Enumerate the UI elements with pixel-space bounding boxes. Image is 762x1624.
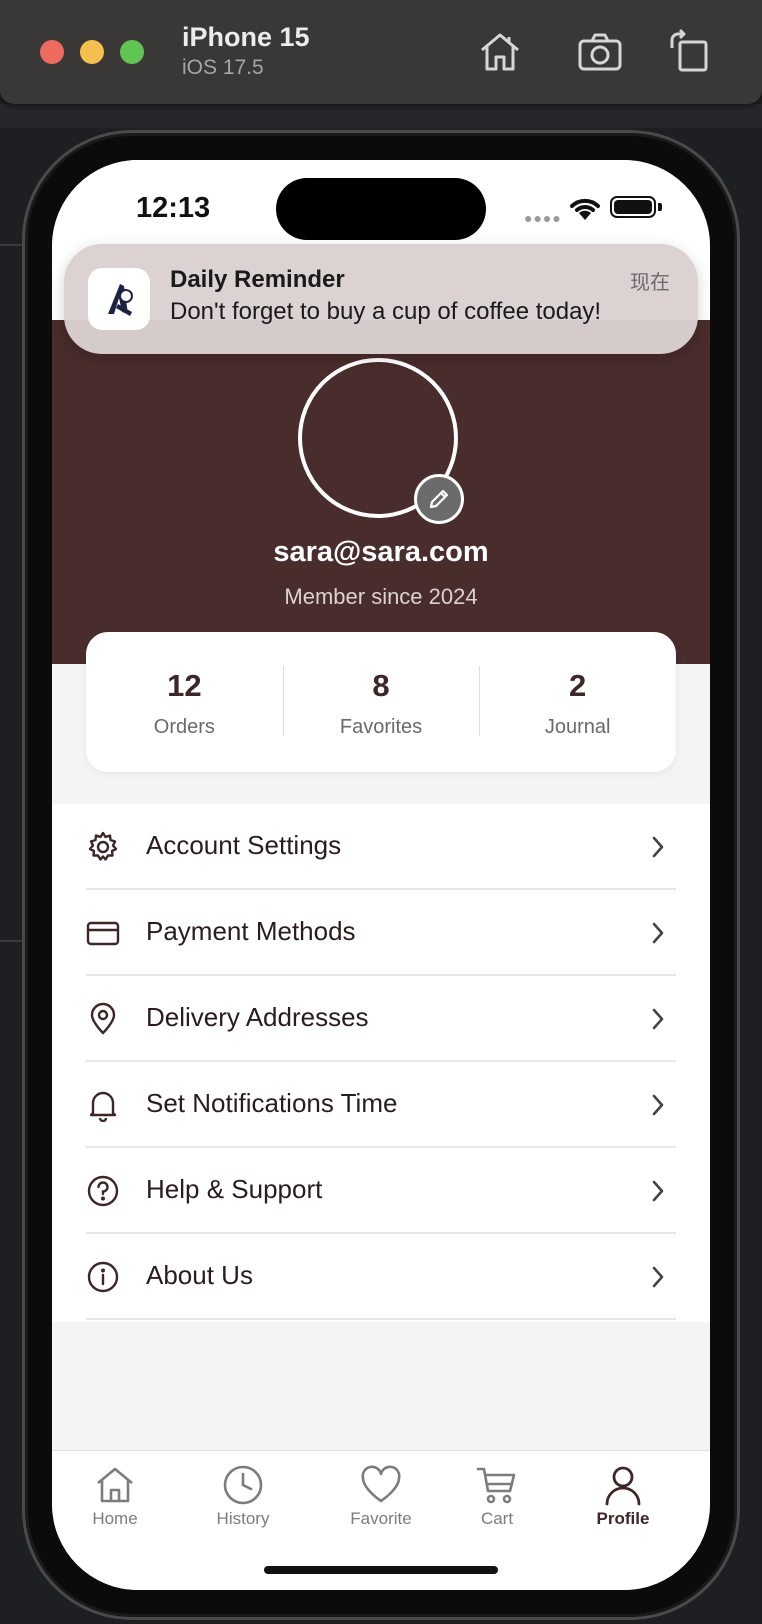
menu-item-delivery-addresses[interactable]: Delivery Addresses bbox=[86, 976, 676, 1062]
editor-divider bbox=[0, 940, 22, 942]
chevron-right-icon bbox=[650, 1264, 666, 1290]
chevron-right-icon bbox=[650, 834, 666, 860]
tab-cart[interactable]: Cart bbox=[442, 1463, 552, 1529]
stat-label: Orders bbox=[153, 716, 215, 738]
chevron-right-icon bbox=[650, 1178, 666, 1204]
stat-journal[interactable]: 2 Journal bbox=[479, 632, 676, 772]
battery-icon bbox=[610, 196, 656, 218]
tab-history[interactable]: History bbox=[188, 1463, 298, 1529]
chevron-right-icon bbox=[650, 920, 666, 946]
menu-item-account-settings[interactable]: Account Settings bbox=[86, 804, 676, 890]
menu-item-payment-methods[interactable]: Payment Methods bbox=[86, 890, 676, 976]
tab-favorite[interactable]: Favorite bbox=[326, 1463, 436, 1529]
gear-icon bbox=[86, 830, 120, 864]
heart-icon bbox=[359, 1463, 403, 1507]
dynamic-island bbox=[276, 178, 486, 240]
minimize-window-button[interactable] bbox=[80, 40, 104, 64]
pencil-icon bbox=[429, 489, 449, 509]
tab-profile[interactable]: Profile bbox=[568, 1463, 678, 1529]
menu-item-label: Account Settings bbox=[146, 830, 342, 860]
info-circle-icon bbox=[86, 1260, 120, 1294]
home-icon bbox=[93, 1463, 137, 1507]
phone-screen: 12:13 ●●●● sara@sara.com Member since 20… bbox=[52, 160, 710, 1590]
tab-label: Home bbox=[92, 1509, 138, 1528]
notification-banner[interactable]: Daily Reminder Don't forget to buy a cup… bbox=[64, 244, 698, 354]
simulator-toolbar: iPhone 15 iOS 17.5 bbox=[0, 0, 762, 104]
stats-card: 12 Orders 8 Favorites 2 Journal bbox=[86, 632, 676, 772]
home-icon[interactable] bbox=[476, 28, 524, 76]
stat-value: 8 bbox=[372, 668, 390, 703]
menu-item-label: Help & Support bbox=[146, 1174, 323, 1204]
menu-item-help-support[interactable]: Help & Support bbox=[86, 1148, 676, 1234]
clock-icon bbox=[221, 1463, 265, 1507]
chevron-right-icon bbox=[650, 1006, 666, 1032]
app-icon bbox=[88, 268, 150, 330]
device-name: iPhone 15 bbox=[182, 22, 310, 52]
os-version: iOS 17.5 bbox=[182, 56, 264, 79]
chevron-right-icon bbox=[650, 1092, 666, 1118]
notification-body: Don't forget to buy a cup of coffee toda… bbox=[170, 298, 602, 325]
profile-email: sara@sara.com bbox=[273, 536, 489, 568]
menu-item-notifications-time[interactable]: Set Notifications Time bbox=[86, 1062, 676, 1148]
wifi-icon bbox=[568, 194, 602, 222]
stat-label: Journal bbox=[544, 716, 611, 738]
settings-menu: Account Settings Payment Methods Deliver… bbox=[52, 804, 710, 1322]
cart-icon bbox=[475, 1463, 519, 1507]
help-circle-icon bbox=[86, 1174, 120, 1208]
tab-label: History bbox=[216, 1509, 270, 1528]
editor-divider bbox=[0, 244, 22, 246]
stat-value: 12 bbox=[167, 668, 202, 703]
notification-time: 现在 bbox=[630, 272, 670, 294]
rotate-icon[interactable] bbox=[666, 28, 714, 76]
stat-orders[interactable]: 12 Orders bbox=[86, 632, 283, 772]
tab-home[interactable]: Home bbox=[60, 1463, 170, 1529]
stat-value: 2 bbox=[569, 668, 587, 703]
screenshot-icon[interactable] bbox=[576, 28, 624, 76]
member-since: Member since 2024 bbox=[284, 584, 478, 609]
zoom-window-button[interactable] bbox=[120, 40, 144, 64]
tab-label: Cart bbox=[480, 1509, 514, 1528]
stat-favorites[interactable]: 8 Favorites bbox=[282, 632, 480, 772]
stat-label: Favorites bbox=[339, 716, 423, 738]
tab-label: Profile bbox=[596, 1509, 650, 1528]
notification-title: Daily Reminder bbox=[170, 266, 345, 293]
status-time: 12:13 bbox=[136, 192, 211, 224]
close-window-button[interactable] bbox=[40, 40, 64, 64]
credit-card-icon bbox=[86, 916, 120, 950]
home-indicator bbox=[264, 1566, 498, 1574]
bell-icon bbox=[86, 1088, 120, 1123]
editor-background bbox=[0, 104, 762, 128]
cellular-signal-icon: ●●●● bbox=[524, 210, 562, 226]
location-pin-icon bbox=[86, 1002, 120, 1036]
menu-item-label: Payment Methods bbox=[146, 916, 356, 946]
tab-label: Favorite bbox=[350, 1509, 412, 1528]
edit-avatar-button[interactable] bbox=[414, 474, 464, 524]
menu-item-label: About Us bbox=[146, 1260, 253, 1290]
menu-item-label: Delivery Addresses bbox=[146, 1002, 369, 1032]
battery-tip bbox=[658, 203, 662, 211]
person-icon bbox=[601, 1463, 645, 1507]
menu-item-label: Set Notifications Time bbox=[146, 1088, 398, 1118]
menu-item-about-us[interactable]: About Us bbox=[86, 1234, 676, 1320]
